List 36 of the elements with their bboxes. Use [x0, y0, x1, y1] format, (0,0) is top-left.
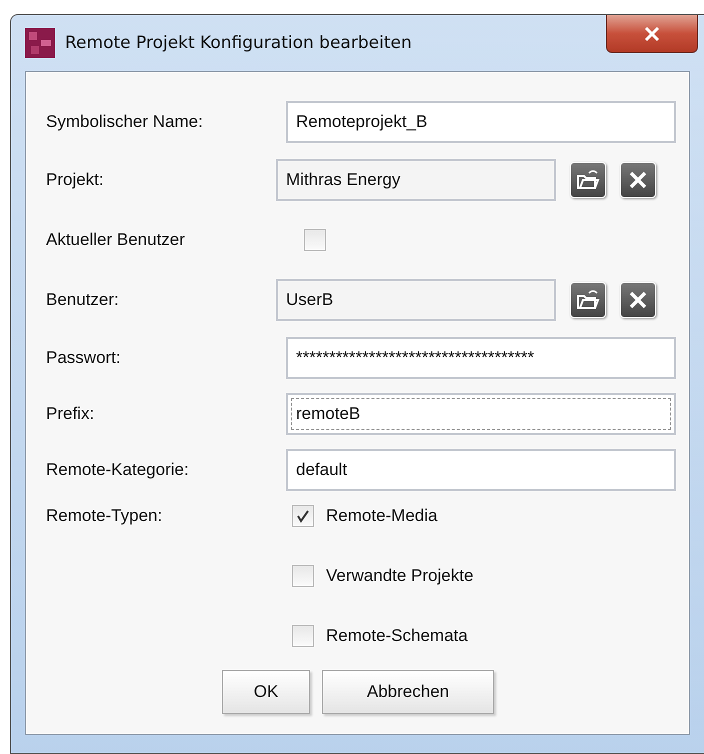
clear-button[interactable]: [620, 282, 656, 318]
window-title: Remote Projekt Konfiguration bearbeiten: [65, 33, 412, 53]
open-folder-button[interactable]: [570, 162, 606, 198]
text-field[interactable]: ************************************: [286, 337, 676, 379]
checkbox-label: Remote-Schemata: [326, 626, 468, 646]
checkbox-label: Verwandte Projekte: [326, 566, 474, 586]
checkbox[interactable]: [304, 229, 326, 251]
text-field[interactable]: UserB: [276, 279, 556, 321]
field-label: Prefix:: [46, 404, 96, 424]
field-label: Aktueller Benutzer: [46, 230, 186, 250]
text-field[interactable]: Remoteprojekt_B: [286, 101, 676, 143]
field-label: Benutzer:: [46, 290, 120, 310]
clear-button[interactable]: [620, 162, 656, 198]
text-field[interactable]: remoteB: [286, 393, 676, 435]
folder-icon: [575, 168, 601, 192]
text-field[interactable]: default: [286, 449, 676, 491]
checkmark-icon: [296, 509, 310, 523]
field-label: Remote-Kategorie:: [46, 460, 190, 480]
open-folder-button[interactable]: [570, 282, 606, 318]
close-button[interactable]: [606, 15, 698, 53]
app-icon: [25, 28, 55, 58]
field-label: Projekt:: [46, 170, 105, 190]
checkbox[interactable]: [292, 505, 314, 527]
field-label: Passwort:: [46, 348, 122, 368]
dialog-button[interactable]: OK: [222, 670, 310, 714]
close-icon: [629, 171, 647, 189]
field-label: Symbolischer Name:: [46, 112, 204, 132]
close-icon: [629, 291, 647, 309]
folder-icon: [575, 288, 601, 312]
checkbox[interactable]: [292, 625, 314, 647]
dialog-button[interactable]: Abbrechen: [322, 670, 494, 714]
checkbox[interactable]: [292, 565, 314, 587]
close-icon: [643, 26, 661, 40]
text-field[interactable]: Mithras Energy: [276, 159, 556, 201]
checkbox-label: Remote-Media: [326, 506, 438, 526]
field-label: Remote-Typen:: [46, 506, 164, 526]
